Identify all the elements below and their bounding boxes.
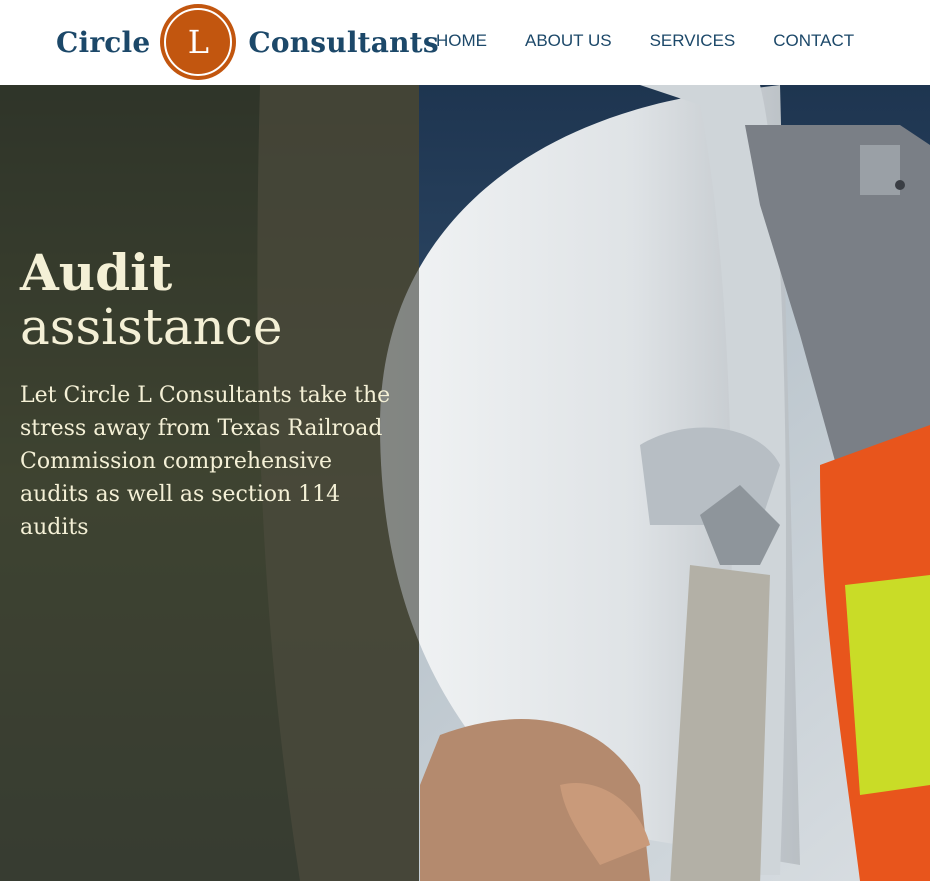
main-nav: HOME ABOUT US SERVICES CONTACT [436, 31, 892, 51]
nav-services[interactable]: SERVICES [650, 31, 736, 51]
nav-contact[interactable]: CONTACT [773, 31, 854, 51]
hero-description: Let Circle L Consultants take the stress… [20, 383, 391, 540]
hero-content: Audit assistance Let Circle L Consultant… [20, 245, 410, 544]
logo-word-circle: Circle [56, 25, 151, 59]
nav-home[interactable]: HOME [436, 31, 487, 51]
site-header: Circle L Consultants HOME ABOUT US SERVI… [0, 0, 930, 85]
logo-letter: L [187, 23, 209, 61]
hero-title-line-1: Audit [20, 243, 173, 302]
hero-title: Audit assistance [20, 245, 410, 355]
logo-circle-emblem: L [160, 4, 237, 80]
site-logo[interactable]: Circle L Consultants [56, 4, 439, 80]
hero-section: Audit assistance Let Circle L Consultant… [0, 85, 930, 881]
logo-word-consultants: Consultants [248, 25, 439, 59]
hero-title-line-2: assistance [20, 298, 283, 356]
nav-about-us[interactable]: ABOUT US [525, 31, 612, 51]
